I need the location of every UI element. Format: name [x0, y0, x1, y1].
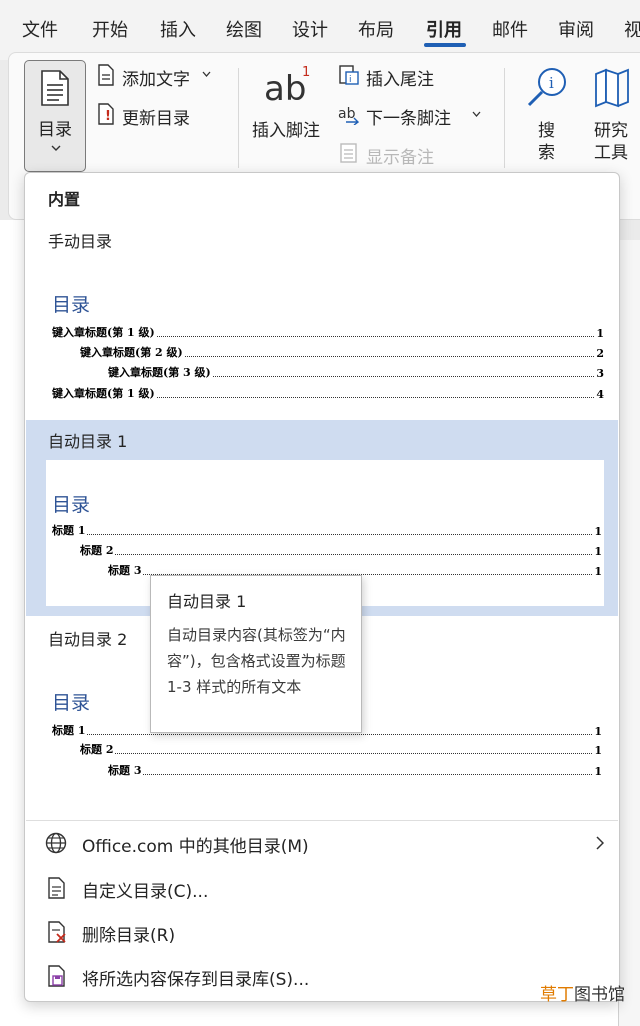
tab-draw[interactable]: 绘图 [226, 16, 262, 42]
chevron-down-icon [51, 145, 61, 151]
document-edge [618, 240, 640, 1026]
save-selection-to-gallery-button[interactable]: 将所选内容保存到目录库(S)... [82, 965, 309, 990]
remove-toc-button[interactable]: 删除目录(R) [82, 921, 175, 946]
manual-toc-line[interactable]: 键入章标题(第 3 级) 3 [108, 366, 604, 380]
manual-toc-label[interactable]: 手动目录 [48, 228, 112, 252]
watermark: 草丁图书馆 [540, 985, 625, 1005]
globe-icon [45, 832, 67, 854]
auto-toc-1-preview-title: 目录 [52, 494, 91, 516]
show-notes-button: 显示备注 [366, 148, 434, 168]
tab-layout[interactable]: 布局 [358, 16, 394, 42]
svg-text:i: i [349, 75, 352, 85]
manual-toc-line[interactable]: 键入章标题(第 1 级) 1 [52, 326, 604, 340]
search-button-line2[interactable]: 索 [538, 138, 555, 163]
auto-toc-1-line: 标题 21 [80, 544, 602, 558]
add-text-button[interactable]: 添加文字 [122, 65, 190, 90]
toc-button[interactable]: 目录 [24, 60, 86, 172]
tooltip-description: 自动目录内容(其标签为“内容”)，包含格式设置为标题 1-3 样式的所有文本 [167, 626, 346, 696]
endnote-icon: i [339, 65, 359, 85]
manual-toc-line[interactable]: 键入章标题(第 1 级) 4 [52, 387, 604, 401]
document-icon [41, 70, 69, 106]
auto-toc-2-preview-title: 目录 [52, 692, 91, 714]
tab-mailings[interactable]: 邮件 [492, 16, 528, 42]
manual-toc-preview-title: 目录 [52, 294, 91, 316]
auto-toc-2-line[interactable]: 标题 21 [80, 743, 602, 757]
svg-text:!: ! [105, 109, 111, 124]
research-tools-line2[interactable]: 工具 [594, 138, 628, 163]
chevron-down-icon [202, 71, 211, 77]
research-tools-icon [595, 68, 629, 108]
auto-toc-1-line: 标题 11 [52, 524, 602, 538]
menu-divider [26, 820, 618, 821]
insert-endnote-button[interactable]: 插入尾注 [366, 65, 434, 90]
tab-references[interactable]: 引用 [426, 16, 462, 42]
svg-text:1: 1 [302, 65, 310, 80]
auto-toc-2-line[interactable]: 标题 31 [108, 764, 602, 778]
tab-review[interactable]: 审阅 [558, 16, 594, 42]
custom-toc-button[interactable]: 自定义目录(C)... [82, 877, 208, 902]
chevron-down-icon [472, 111, 481, 117]
svg-text:ab: ab [338, 106, 356, 122]
builtin-section-header: 内置 [48, 190, 81, 209]
tab-file[interactable]: 文件 [22, 16, 58, 42]
chevron-right-icon [596, 836, 604, 850]
tab-home[interactable]: 开始 [92, 16, 128, 42]
tab-view[interactable]: 视 [624, 16, 640, 42]
ribbon-tab-bar: 文件 开始 插入 绘图 设计 布局 引用 邮件 审阅 视 [0, 0, 640, 60]
insert-footnote-button[interactable]: 插入脚注 [252, 116, 320, 141]
search-icon: i [527, 68, 566, 107]
tab-design[interactable]: 设计 [292, 16, 328, 42]
custom-toc-icon [48, 877, 65, 899]
more-tocs-from-office-com[interactable]: Office.com 中的其他目录(M) [82, 832, 309, 857]
save-to-gallery-icon [48, 965, 65, 987]
auto-toc-2-label[interactable]: 自动目录 2 [48, 626, 127, 650]
tab-insert[interactable]: 插入 [160, 16, 196, 42]
manual-toc-line[interactable]: 键入章标题(第 2 级) 2 [80, 346, 604, 360]
footnote-icon: ab 1 [264, 65, 310, 106]
auto-toc-1-label[interactable]: 自动目录 1 [48, 428, 127, 452]
next-footnote-icon: ab [338, 106, 360, 125]
tooltip-title: 自动目录 1 [167, 592, 247, 611]
update-toc-icon: ! [98, 103, 114, 125]
ribbon-separator [238, 68, 239, 168]
svg-text:i: i [549, 74, 554, 92]
active-tab-indicator [424, 43, 466, 47]
auto-toc-1-tooltip: 自动目录 1 自动目录内容(其标签为“内容”)，包含格式设置为标题 1-3 样式… [150, 575, 362, 733]
next-footnote-button[interactable]: 下一条脚注 [366, 104, 451, 129]
show-notes-icon [340, 143, 357, 163]
toc-button-label: 目录 [38, 120, 72, 140]
ribbon-separator [504, 68, 505, 168]
update-toc-button[interactable]: 更新目录 [122, 104, 190, 129]
add-text-icon [98, 64, 114, 86]
remove-toc-icon [48, 921, 66, 943]
svg-text:ab: ab [264, 69, 306, 106]
